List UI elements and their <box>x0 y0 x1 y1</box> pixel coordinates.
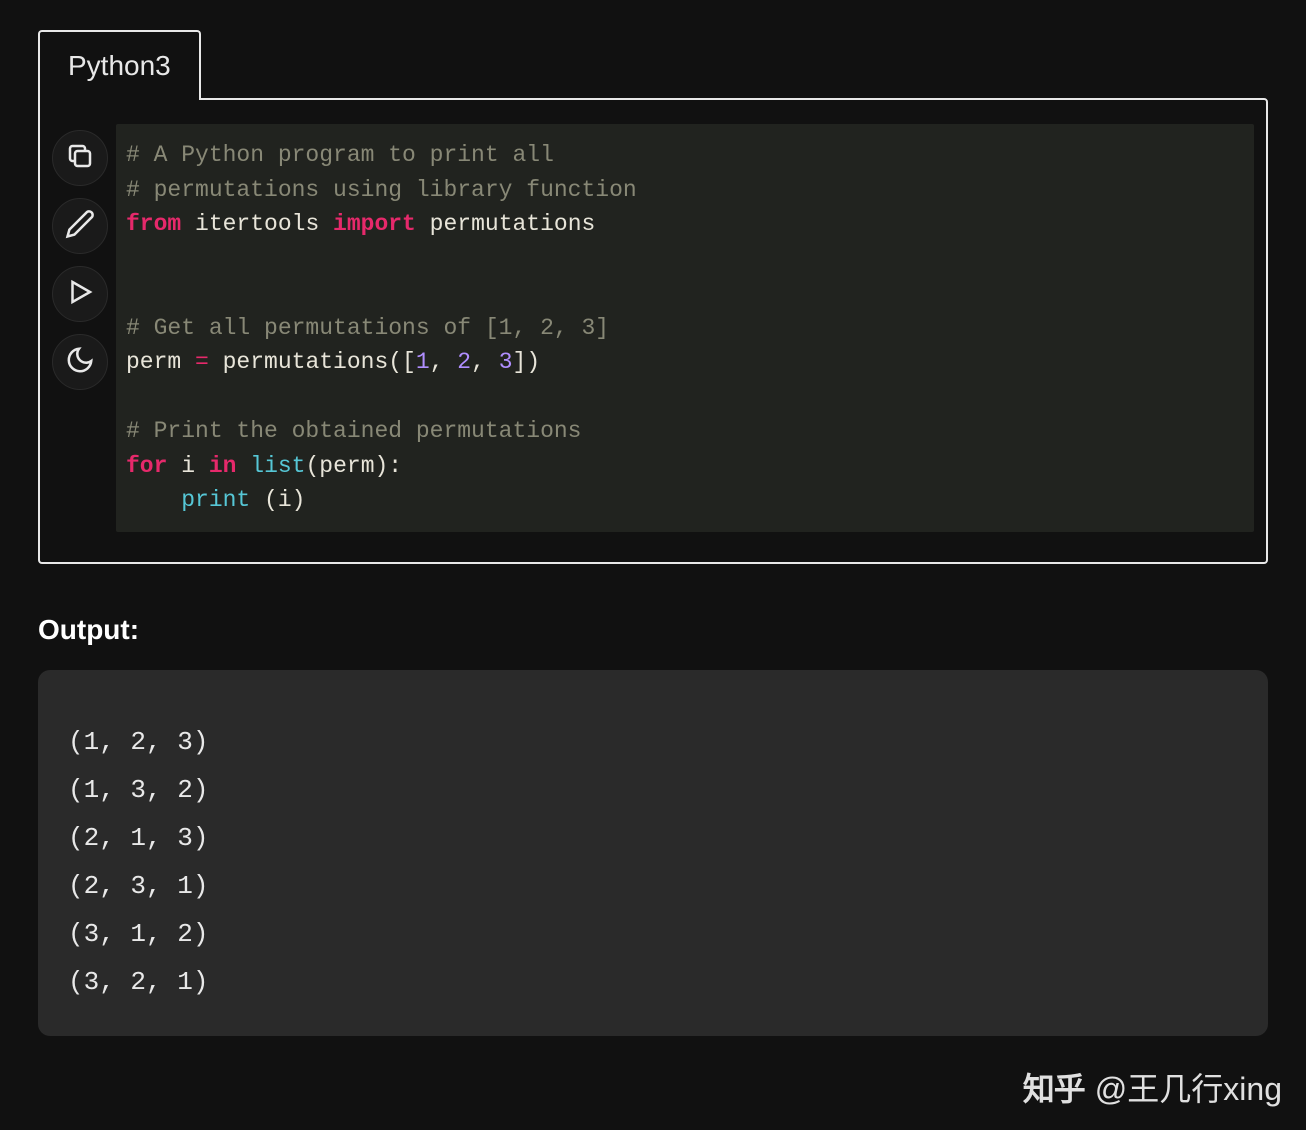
code-ident: perm <box>126 349 195 375</box>
code-punct: , <box>430 349 458 375</box>
code-builtin: list <box>250 453 305 479</box>
theme-button[interactable] <box>52 334 108 390</box>
code-indent <box>126 487 181 513</box>
code-space <box>236 453 250 479</box>
output-line: (3, 1, 2) <box>68 919 208 949</box>
code-ident: i <box>167 453 208 479</box>
output-line: (2, 3, 1) <box>68 871 208 901</box>
code-number: 1 <box>416 349 430 375</box>
copy-button[interactable] <box>52 130 108 186</box>
code-panel: # A Python program to print all # permut… <box>38 98 1268 564</box>
code-ident: permutations <box>416 211 595 237</box>
code-editor[interactable]: # A Python program to print all # permut… <box>116 124 1254 532</box>
output-label: Output: <box>38 614 1268 646</box>
output-line: (2, 1, 3) <box>68 823 208 853</box>
code-operator: = <box>195 349 209 375</box>
play-icon <box>65 277 95 312</box>
code-keyword: import <box>333 211 416 237</box>
code-comment: # Get all permutations of [1, 2, 3] <box>126 315 609 341</box>
edit-icon <box>65 209 95 244</box>
output-line: (1, 3, 2) <box>68 775 208 805</box>
code-keyword: for <box>126 453 167 479</box>
code-ident: itertools <box>181 211 333 237</box>
watermark-logo: 知乎 <box>1023 1064 1085 1110</box>
code-punct: (i) <box>250 487 305 513</box>
code-builtin: print <box>181 487 250 513</box>
code-number: 2 <box>457 349 471 375</box>
code-comment: # A Python program to print all <box>126 142 554 168</box>
copy-icon <box>65 141 95 176</box>
output-panel: (1, 2, 3) (1, 3, 2) (2, 1, 3) (2, 3, 1) … <box>38 670 1268 1037</box>
code-punct: ]) <box>513 349 541 375</box>
run-button[interactable] <box>52 266 108 322</box>
moon-icon <box>65 345 95 380</box>
watermark-text: @王几行xing <box>1095 1064 1282 1110</box>
language-tab[interactable]: Python3 <box>38 30 201 100</box>
output-line: (1, 2, 3) <box>68 727 208 757</box>
code-punct: , <box>471 349 499 375</box>
code-ident: permutations([ <box>209 349 416 375</box>
toolbar <box>52 124 108 532</box>
output-line: (3, 2, 1) <box>68 967 208 997</box>
code-punct: (perm): <box>305 453 402 479</box>
watermark: 知乎 @王几行xing <box>1023 1064 1282 1110</box>
code-comment: # Print the obtained permutations <box>126 418 581 444</box>
edit-button[interactable] <box>52 198 108 254</box>
code-keyword: from <box>126 211 181 237</box>
code-number: 3 <box>499 349 513 375</box>
code-comment: # permutations using library function <box>126 177 637 203</box>
code-keyword: in <box>209 453 237 479</box>
